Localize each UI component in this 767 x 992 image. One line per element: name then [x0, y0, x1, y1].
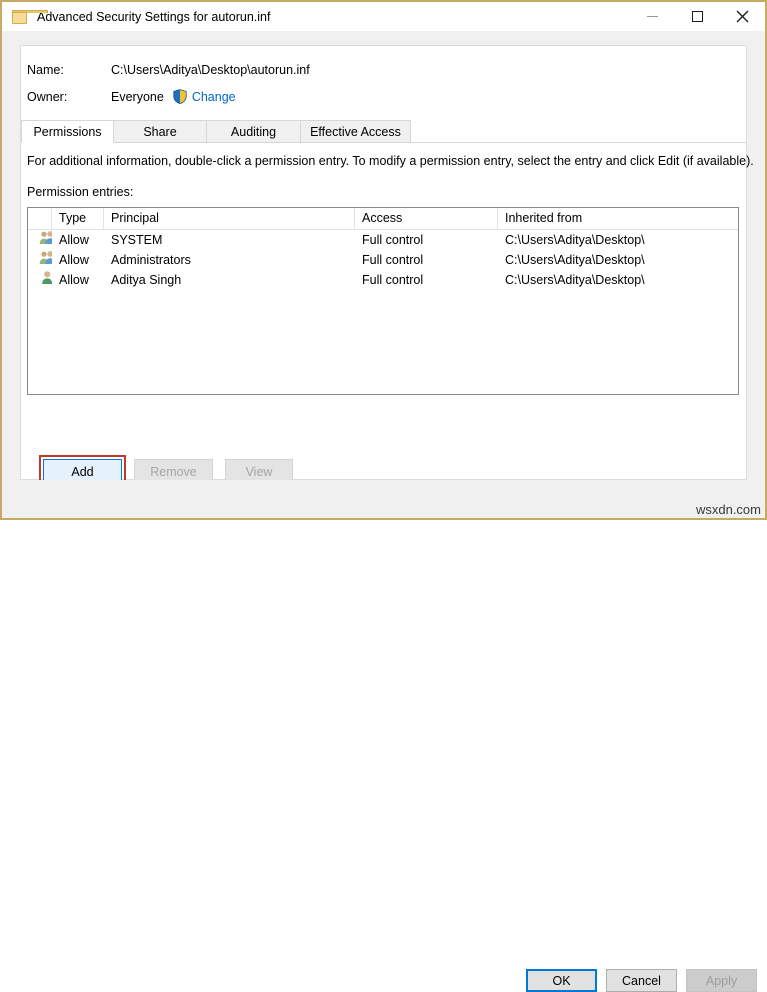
- group-icon: [39, 230, 52, 245]
- cancel-button[interactable]: Cancel: [606, 969, 677, 992]
- row-access: Full control: [355, 250, 498, 270]
- uac-shield-icon: [173, 89, 187, 104]
- table-row[interactable]: Allow Administrators Full control C:\Use…: [28, 250, 738, 270]
- column-header-access[interactable]: Access: [355, 208, 498, 229]
- row-access: Full control: [355, 270, 498, 290]
- row-inherited-from: C:\Users\Aditya\Desktop\: [498, 250, 738, 270]
- change-owner-link[interactable]: Change: [192, 90, 236, 104]
- list-header: Type Principal Access Inherited from: [28, 208, 738, 230]
- table-row[interactable]: Allow Aditya Singh Full control C:\Users…: [28, 270, 738, 290]
- row-icon-cell: [28, 230, 52, 250]
- owner-row: Owner: Everyone Change: [27, 89, 236, 104]
- dialog-footer: OK Cancel Apply wsxdn.com: [2, 480, 765, 518]
- tab-effective-access[interactable]: Effective Access: [300, 120, 411, 142]
- advanced-security-settings-window: Advanced Security Settings for autorun.i…: [0, 0, 767, 520]
- main-panel: Name: C:\Users\Aditya\Desktop\autorun.in…: [20, 45, 747, 480]
- close-button[interactable]: [720, 2, 765, 31]
- row-principal: SYSTEM: [104, 230, 355, 250]
- apply-button: Apply: [686, 969, 757, 992]
- row-icon-cell: [28, 250, 52, 270]
- title-bar: Advanced Security Settings for autorun.i…: [2, 2, 765, 31]
- tab-permissions[interactable]: Permissions: [21, 120, 114, 143]
- row-principal: Aditya Singh: [104, 270, 355, 290]
- minimize-icon: [647, 16, 658, 17]
- permission-entries-label: Permission entries:: [27, 185, 133, 199]
- column-header-type[interactable]: Type: [52, 208, 104, 229]
- row-inherited-from: C:\Users\Aditya\Desktop\: [498, 270, 738, 290]
- owner-value: Everyone: [111, 90, 164, 104]
- ok-button[interactable]: OK: [526, 969, 597, 992]
- user-icon: [39, 270, 52, 285]
- row-icon-cell: [28, 270, 52, 290]
- group-icon: [39, 250, 52, 265]
- name-label: Name:: [27, 63, 111, 77]
- tab-share[interactable]: Share: [113, 120, 207, 142]
- name-row: Name: C:\Users\Aditya\Desktop\autorun.in…: [27, 63, 310, 77]
- row-inherited-from: C:\Users\Aditya\Desktop\: [498, 230, 738, 250]
- row-type: Allow: [52, 230, 104, 250]
- maximize-button[interactable]: [675, 2, 720, 31]
- close-icon: [736, 10, 749, 23]
- row-type: Allow: [52, 250, 104, 270]
- owner-label: Owner:: [27, 90, 111, 104]
- tab-bar: Permissions Share Auditing Effective Acc…: [21, 120, 746, 143]
- window-title: Advanced Security Settings for autorun.i…: [37, 10, 270, 24]
- info-text: For additional information, double-click…: [27, 154, 754, 168]
- column-header-principal[interactable]: Principal: [104, 208, 355, 229]
- row-type: Allow: [52, 270, 104, 290]
- minimize-button[interactable]: [630, 2, 675, 31]
- watermark: wsxdn.com: [696, 502, 761, 517]
- column-header-icon: [28, 208, 52, 229]
- row-access: Full control: [355, 230, 498, 250]
- row-principal: Administrators: [104, 250, 355, 270]
- table-row[interactable]: Allow SYSTEM Full control C:\Users\Adity…: [28, 230, 738, 250]
- maximize-icon: [692, 11, 703, 22]
- window-controls: [630, 2, 765, 31]
- column-header-inherited-from[interactable]: Inherited from: [498, 208, 738, 229]
- permission-entries-list[interactable]: Type Principal Access Inherited from All…: [27, 207, 739, 395]
- name-value: C:\Users\Aditya\Desktop\autorun.inf: [111, 63, 310, 77]
- tab-auditing[interactable]: Auditing: [206, 120, 301, 142]
- folder-icon: [12, 10, 28, 24]
